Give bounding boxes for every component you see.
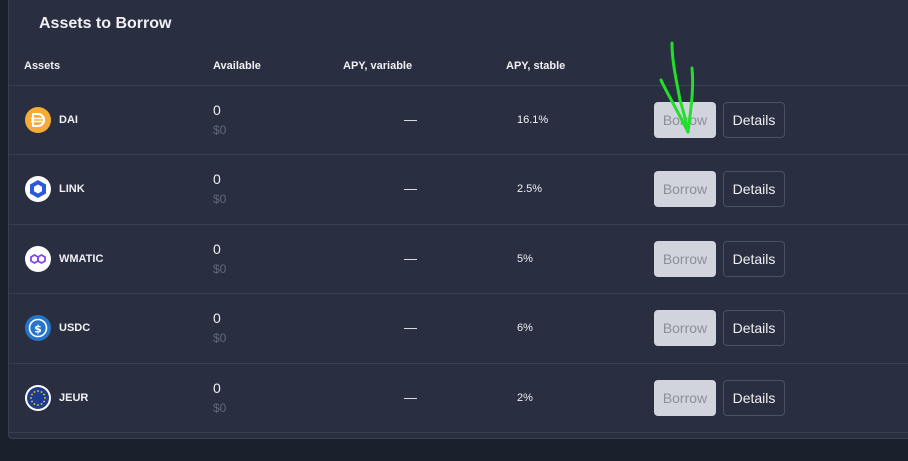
- eu-flag-icon: [25, 385, 51, 411]
- asset-name: DAI: [59, 114, 78, 126]
- apy-variable-value: —: [404, 320, 417, 335]
- details-button[interactable]: Details: [723, 380, 785, 416]
- column-header-apy-stable: APY, stable: [506, 60, 566, 72]
- asset-name: WMATIC: [59, 253, 104, 265]
- usdc-icon: $: [25, 315, 51, 341]
- svg-text:$: $: [34, 323, 42, 336]
- column-header-assets: Assets: [24, 60, 61, 72]
- assets-to-borrow-panel: Assets to Borrow Assets Available APY, v…: [8, 0, 908, 439]
- polygon-icon: [25, 246, 51, 272]
- apy-variable-value: —: [404, 390, 417, 405]
- borrow-button[interactable]: Borrow: [654, 310, 716, 346]
- column-header-available: Available: [213, 60, 261, 72]
- details-button[interactable]: Details: [723, 310, 785, 346]
- row-divider: [9, 432, 908, 433]
- table-row: WMATIC 0 $0 — 5% Borrow Details: [9, 225, 908, 294]
- available-usd: $0: [213, 262, 227, 276]
- borrow-button[interactable]: Borrow: [654, 171, 716, 207]
- chainlink-icon: [25, 176, 51, 202]
- borrow-button[interactable]: Borrow: [654, 380, 716, 416]
- table-row: LINK 0 $0 — 2.5% Borrow Details: [9, 155, 908, 224]
- panel-title: Assets to Borrow: [39, 15, 172, 32]
- apy-stable-value: 16.1%: [517, 114, 549, 126]
- apy-variable-value: —: [404, 181, 417, 196]
- table-row: $ USDC 0 $0 — 6% Borrow Details: [9, 294, 908, 363]
- asset-name: JEUR: [59, 392, 89, 404]
- borrow-button[interactable]: Borrow: [654, 102, 716, 138]
- available-usd: $0: [213, 331, 227, 345]
- available-amount: 0: [213, 241, 221, 257]
- available-usd: $0: [213, 401, 227, 415]
- apy-variable-value: —: [404, 251, 417, 266]
- apy-stable-value: 2%: [517, 392, 533, 404]
- apy-stable-value: 6%: [517, 322, 533, 334]
- available-amount: 0: [213, 102, 221, 118]
- asset-name: USDC: [59, 322, 91, 334]
- apy-stable-value: 5%: [517, 253, 533, 265]
- available-amount: 0: [213, 380, 221, 396]
- asset-name: LINK: [59, 183, 85, 195]
- available-usd: $0: [213, 192, 227, 206]
- available-amount: 0: [213, 171, 221, 187]
- column-header-apy-variable: APY, variable: [343, 60, 413, 72]
- table-row: JEUR 0 $0 — 2% Borrow Details: [9, 364, 908, 433]
- dai-icon: [25, 107, 51, 133]
- apy-stable-value: 2.5%: [517, 183, 543, 195]
- details-button[interactable]: Details: [723, 171, 785, 207]
- available-usd: $0: [213, 123, 227, 137]
- details-button[interactable]: Details: [723, 241, 785, 277]
- details-button[interactable]: Details: [723, 102, 785, 138]
- table-row: DAI 0 $0 — 16.1% Borrow Details: [9, 86, 908, 155]
- apy-variable-value: —: [404, 112, 417, 127]
- borrow-button[interactable]: Borrow: [654, 241, 716, 277]
- available-amount: 0: [213, 310, 221, 326]
